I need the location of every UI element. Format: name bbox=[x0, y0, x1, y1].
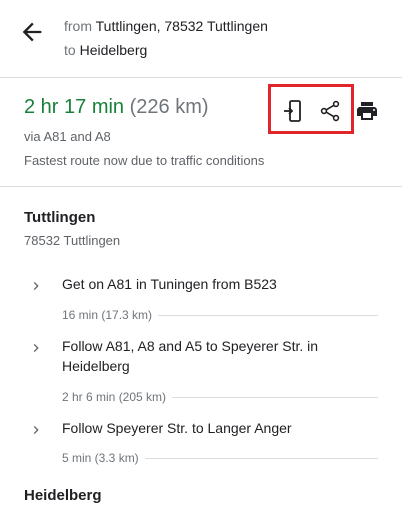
send-to-phone-icon bbox=[284, 100, 301, 122]
route-note: Fastest route now due to traffic conditi… bbox=[24, 153, 265, 168]
directions-steps: Tuttlingen 78532 Tuttlingen Get on A81 i… bbox=[0, 188, 402, 519]
to-prefix: to bbox=[64, 42, 76, 58]
destination-name: Heidelberg bbox=[24, 487, 102, 504]
route-destination-line: to Heidelberg bbox=[64, 42, 147, 58]
route-duration: 2 hr 17 min bbox=[24, 96, 125, 118]
print-button[interactable] bbox=[355, 99, 379, 123]
arrow-back-icon bbox=[22, 22, 42, 42]
route-origin-line: from Tuttlingen, 78532 Tuttlingen bbox=[64, 18, 268, 34]
route-distance: (226 km) bbox=[129, 96, 209, 118]
step-duration-distance: 16 min (17.3 km) bbox=[62, 308, 159, 322]
share-button[interactable] bbox=[318, 99, 342, 123]
step-instruction: Get on A81 in Tuningen from B523 bbox=[62, 276, 277, 292]
origin-place: Tuttlingen, 78532 Tuttlingen bbox=[95, 18, 268, 34]
step-duration-distance: 5 min (3.3 km) bbox=[62, 451, 145, 465]
back-button[interactable] bbox=[18, 18, 46, 46]
origin-name: Tuttlingen bbox=[24, 209, 96, 226]
route-via: via A81 and A8 bbox=[24, 129, 111, 144]
step-instruction: Follow A81, A8 and A5 to Speyerer Str. i… bbox=[62, 338, 319, 374]
chevron-right-icon bbox=[33, 426, 39, 434]
route-duration-line: 2 hr 17 min (226 km) bbox=[24, 96, 209, 119]
send-to-phone-button[interactable] bbox=[281, 99, 305, 123]
destination-place: Heidelberg bbox=[79, 42, 148, 58]
directions-header: from Tuttlingen, 78532 Tuttlingen to Hei… bbox=[0, 0, 402, 78]
from-prefix: from bbox=[64, 18, 92, 34]
chevron-right-icon bbox=[33, 282, 39, 290]
origin-address: 78532 Tuttlingen bbox=[24, 233, 121, 248]
share-icon bbox=[320, 100, 340, 122]
direction-step[interactable]: Follow A81, A8 and A5 to Speyerer Str. i… bbox=[0, 336, 402, 412]
step-duration-distance: 2 hr 6 min (205 km) bbox=[62, 390, 173, 404]
route-summary: 2 hr 17 min (226 km) via A81 and A8 Fast… bbox=[0, 79, 402, 187]
print-icon bbox=[357, 102, 377, 120]
chevron-right-icon bbox=[33, 344, 39, 352]
step-instruction: Follow Speyerer Str. to Langer Anger bbox=[62, 420, 292, 436]
direction-step[interactable]: Follow Speyerer Str. to Langer Anger 5 m… bbox=[0, 418, 402, 474]
direction-step[interactable]: Get on A81 in Tuningen from B523 16 min … bbox=[0, 274, 402, 330]
